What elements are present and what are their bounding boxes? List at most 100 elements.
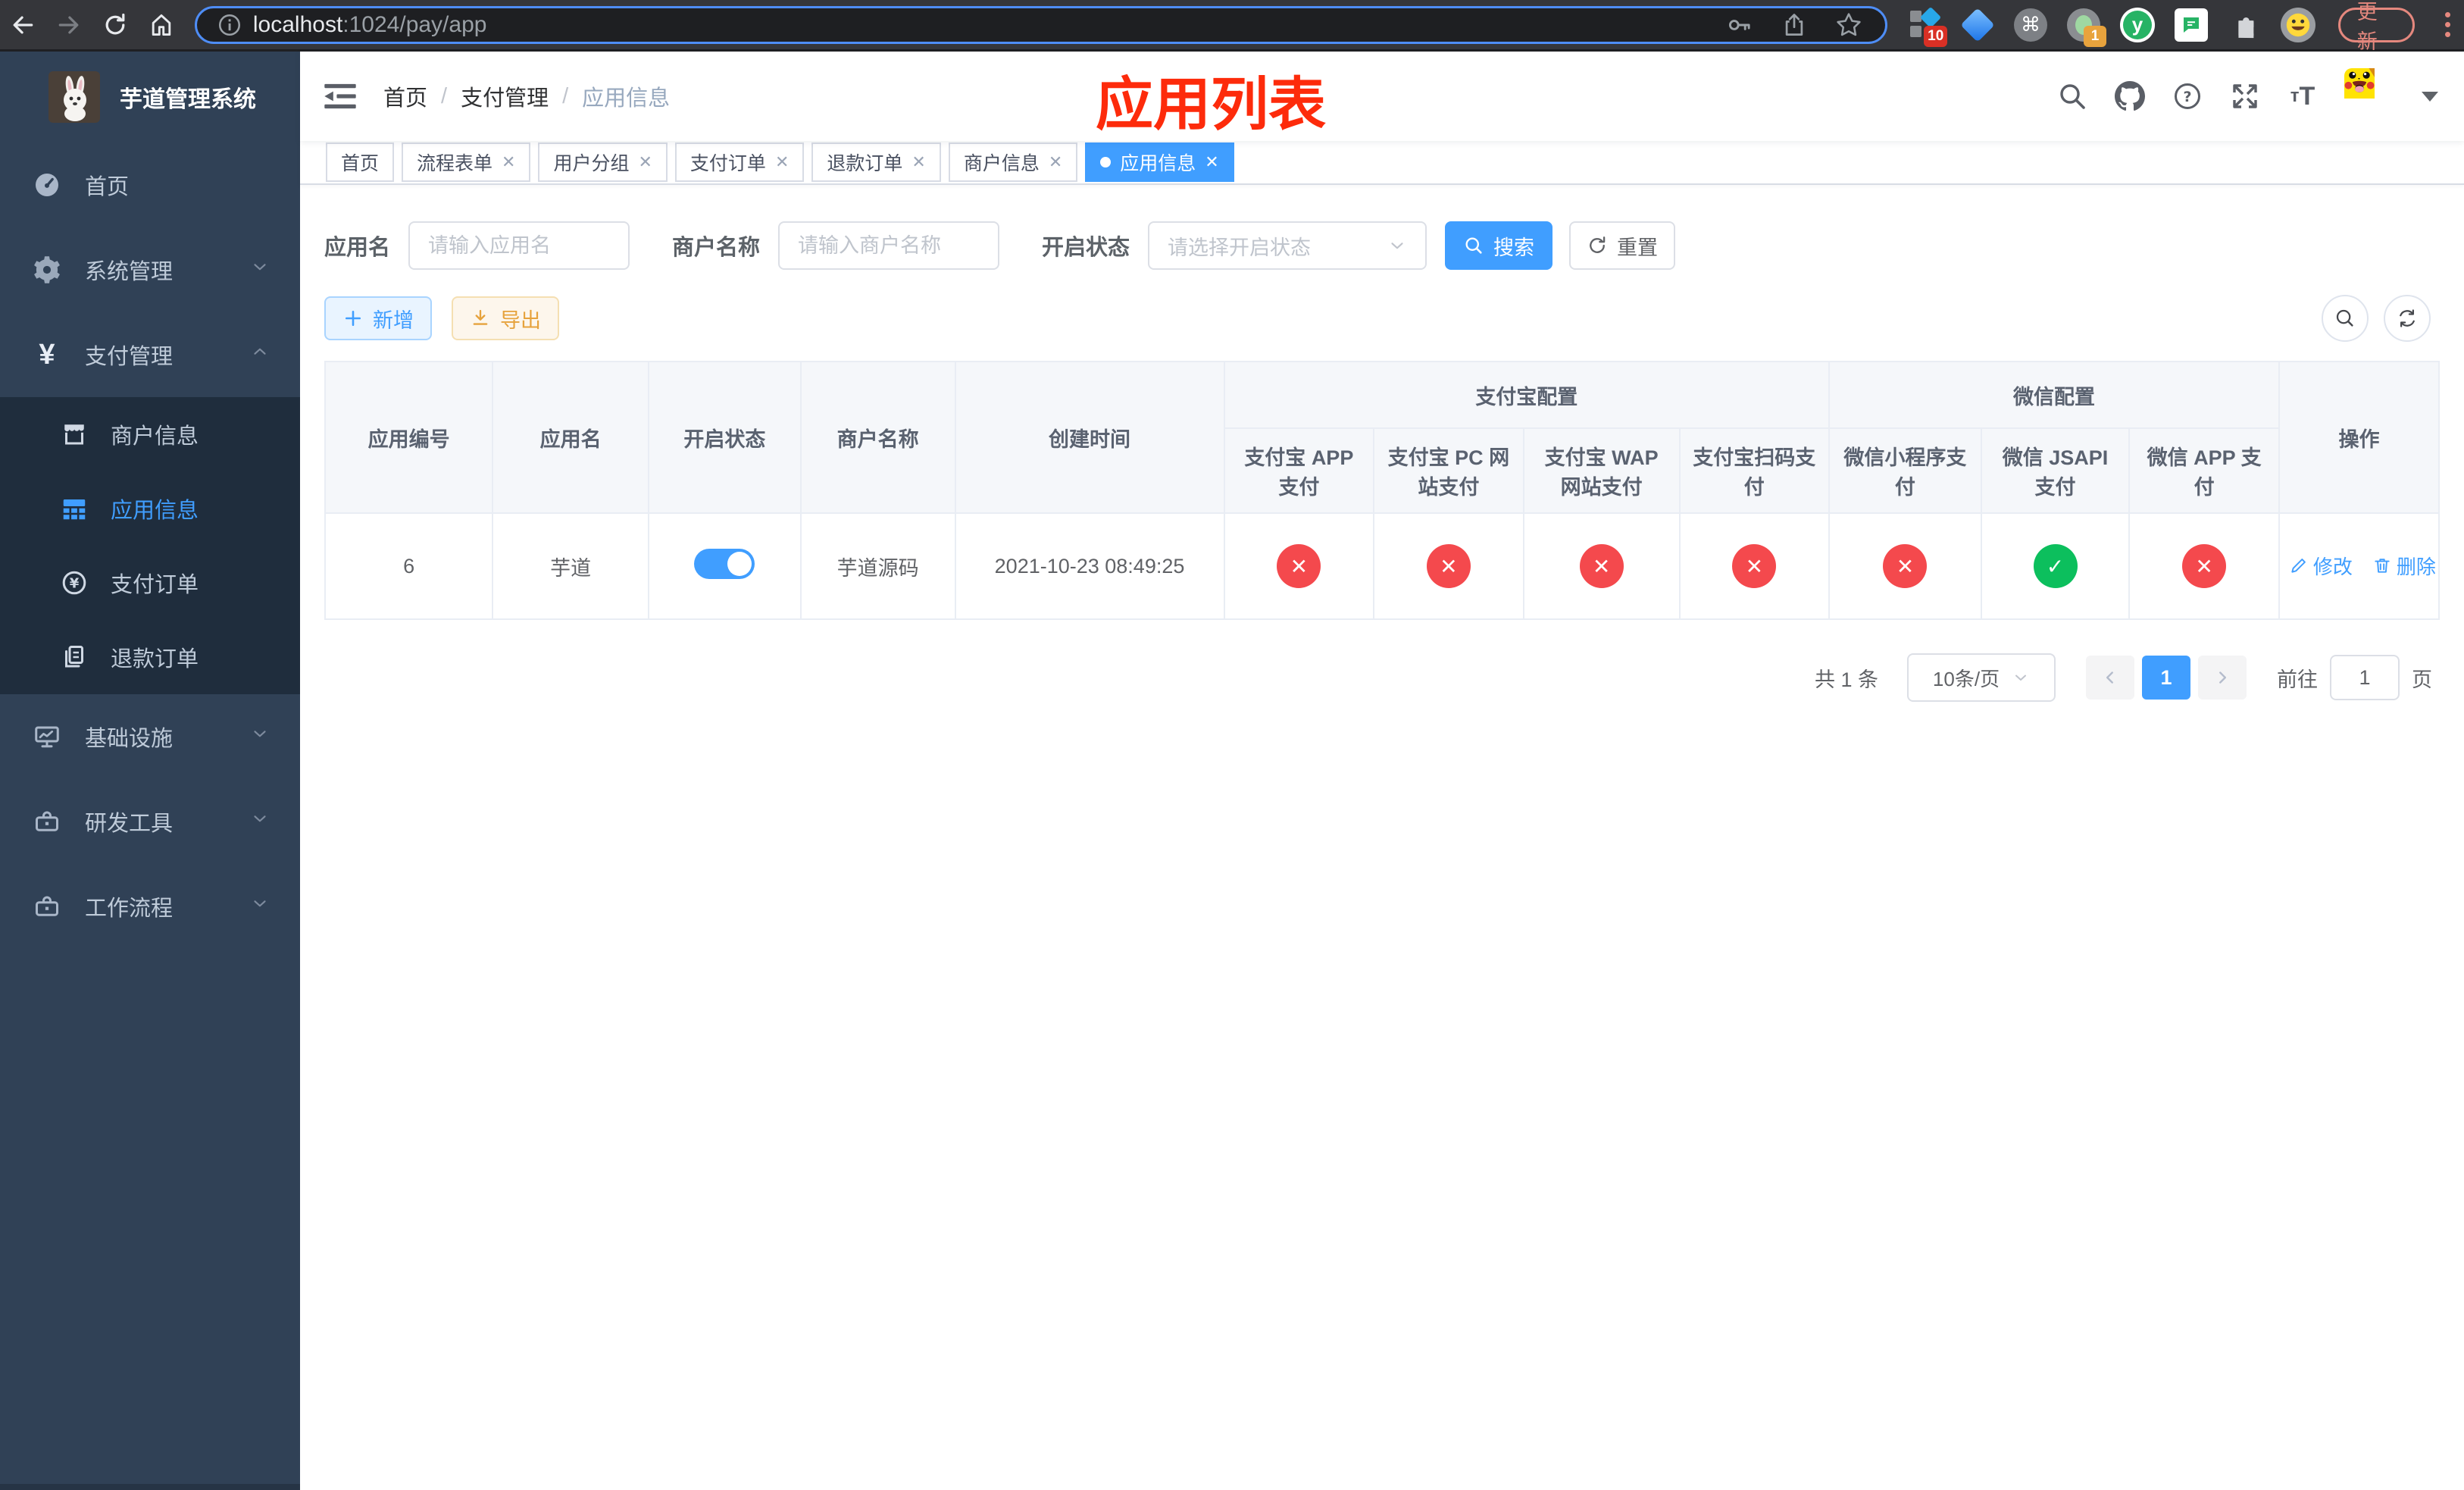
sidebar-item-workflow[interactable]: 工作流程: [0, 864, 300, 949]
chat-square-icon: [2174, 8, 2208, 42]
emoji-face-icon: [2280, 7, 2315, 42]
sidebar: 芋道管理系统 首页 系统管理 ¥ 支付管理 商户信息 应用信息 ¥ 支付订单 退…: [0, 52, 300, 1490]
extension-y-icon[interactable]: y: [2119, 7, 2155, 42]
app-logo-bunny: [48, 71, 100, 123]
url-path: :1024/pay/app: [342, 11, 487, 37]
forward-arrow-icon: [58, 15, 79, 34]
header-search-button[interactable]: [2056, 80, 2088, 112]
status-select[interactable]: 请选择开启状态: [1148, 221, 1427, 270]
active-tab-dot: [1100, 157, 1112, 167]
home-icon: [152, 14, 170, 36]
merchant-name-input[interactable]: [778, 221, 1000, 270]
y-circle-icon: y: [2119, 7, 2155, 42]
bookmark-star-icon[interactable]: [1835, 11, 1862, 39]
sidebar-item-home[interactable]: 首页: [0, 142, 300, 227]
avatar-caret-icon[interactable]: [2422, 91, 2438, 102]
close-icon[interactable]: [638, 154, 652, 171]
close-icon[interactable]: [1049, 154, 1062, 171]
browser-menu-icon[interactable]: [2445, 12, 2451, 37]
password-key-icon[interactable]: [1726, 11, 1753, 39]
tab-home[interactable]: 首页: [326, 142, 395, 182]
sidebar-item-label: 支付管理: [85, 345, 174, 369]
site-info-icon[interactable]: [217, 12, 242, 38]
toggle-search-button[interactable]: [2322, 295, 2369, 342]
next-page-button[interactable]: [2198, 656, 2247, 700]
tab-merchant-info[interactable]: 商户信息: [948, 142, 1078, 182]
svg-text:¥: ¥: [70, 576, 80, 592]
extension-tabs-icon[interactable]: 10: [1909, 6, 1948, 47]
edit-link[interactable]: 修改: [2289, 552, 2353, 580]
sidebar-item-pay-order[interactable]: ¥ 支付订单: [0, 546, 300, 620]
font-size-button[interactable]: тT: [2287, 80, 2319, 112]
tab-pay-order[interactable]: 支付订单: [674, 142, 805, 182]
sidebar-item-infrastructure[interactable]: 基础设施: [0, 694, 300, 779]
browser-forward-button[interactable]: [46, 2, 92, 49]
breadcrumb: 首页 / 支付管理 / 应用信息: [383, 80, 670, 112]
extension-command-icon[interactable]: ⌘: [2013, 8, 2047, 42]
fullscreen-button[interactable]: [2229, 80, 2261, 112]
page-number-1[interactable]: 1: [2142, 656, 2190, 700]
add-button[interactable]: 新增: [324, 296, 432, 340]
share-icon[interactable]: [1781, 11, 1808, 39]
extensions-puzzle-icon[interactable]: [2228, 8, 2261, 42]
back-arrow-icon: [13, 15, 33, 34]
browser-reload-button[interactable]: [92, 2, 138, 49]
toolbox-icon: [30, 893, 64, 920]
fullscreen-expand-icon: [2233, 84, 2257, 108]
browser-back-button[interactable]: [0, 2, 46, 49]
export-button[interactable]: 导出: [452, 296, 559, 340]
close-icon[interactable]: [911, 154, 925, 171]
sidebar-item-app-info[interactable]: 应用信息: [0, 471, 300, 546]
refresh-table-button[interactable]: [2384, 295, 2431, 342]
edit-pen-icon: [2291, 559, 2306, 573]
search-icon: [2060, 84, 2085, 109]
help-doc-button[interactable]: ?: [2172, 80, 2203, 112]
user-avatar[interactable]: [2344, 68, 2400, 124]
sidebar-item-system[interactable]: 系统管理: [0, 227, 300, 312]
question-circle-icon: ?: [2175, 83, 2200, 109]
app-title: 芋道管理系统: [120, 87, 256, 112]
address-bar[interactable]: localhost:1024/pay/app: [194, 5, 1887, 44]
col-header-alipay-qr: 支付宝扫码支付: [1678, 427, 1831, 514]
tab-refund-order[interactable]: 退款订单: [811, 142, 941, 182]
delete-link[interactable]: 删除: [2372, 552, 2436, 580]
extension-recorder-icon[interactable]: 1: [2066, 8, 2106, 47]
tab-user-group[interactable]: 用户分组: [538, 142, 668, 182]
goto-label: 前往: [2277, 668, 2318, 691]
tab-process-form[interactable]: 流程表单: [402, 142, 531, 182]
shop-icon: [58, 421, 91, 448]
url-host: localhost: [252, 11, 343, 37]
table-toolbar: 新增 导出: [324, 295, 2440, 342]
url-text[interactable]: localhost:1024/pay/app: [253, 12, 1726, 38]
github-link-button[interactable]: [2114, 80, 2146, 112]
app-name-input[interactable]: [408, 221, 630, 270]
browser-update-button[interactable]: 更新: [2337, 1, 2416, 53]
breadcrumb-home[interactable]: 首页: [383, 80, 427, 112]
extension-kite-icon[interactable]: [1960, 7, 1995, 42]
sidebar-item-payment[interactable]: ¥ 支付管理: [0, 312, 300, 397]
breadcrumb-payment[interactable]: 支付管理: [461, 80, 549, 112]
search-button[interactable]: 搜索: [1445, 221, 1553, 270]
reset-button[interactable]: 重置: [1569, 221, 1676, 270]
page-size-select[interactable]: 10条/页: [1907, 653, 2056, 702]
close-icon[interactable]: [502, 154, 515, 171]
chevron-down-icon: [250, 257, 270, 283]
sidebar-item-refund-order[interactable]: 退款订单: [0, 620, 300, 694]
pikachu-avatar-image: [2344, 68, 2375, 99]
goto-page-input[interactable]: [2330, 655, 2400, 700]
extensions-row: 10 ⌘ 1 y 更新: [1909, 1, 2464, 53]
sidebar-item-dev-tools[interactable]: 研发工具: [0, 779, 300, 864]
close-icon[interactable]: [1205, 154, 1218, 171]
browser-home-button[interactable]: [138, 2, 184, 49]
status-toggle[interactable]: [694, 548, 755, 579]
gear-icon: [30, 256, 64, 283]
close-icon[interactable]: [775, 154, 789, 171]
extension-chat-icon[interactable]: [2174, 8, 2208, 42]
prev-page-button[interactable]: [2086, 656, 2134, 700]
tab-app-info[interactable]: 应用信息: [1085, 142, 1234, 182]
sidebar-collapse-icon[interactable]: [323, 79, 358, 114]
app-logo-row[interactable]: 芋道管理系统: [0, 52, 300, 142]
sidebar-item-merchant-info[interactable]: 商户信息: [0, 397, 300, 471]
chevron-up-icon: [250, 342, 270, 368]
extension-emoji-icon[interactable]: [2280, 7, 2315, 42]
